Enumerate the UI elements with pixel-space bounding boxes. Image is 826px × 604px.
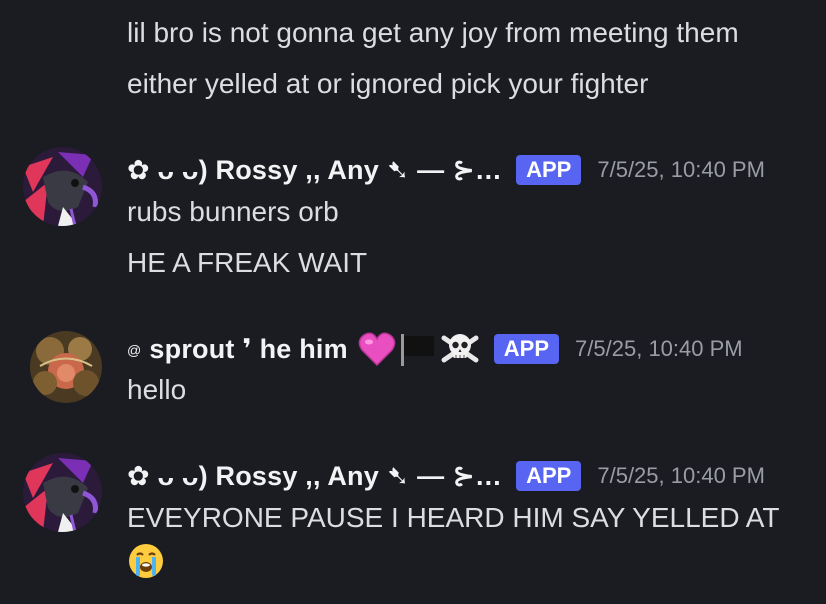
pink-heart-icon	[358, 332, 396, 367]
timestamp[interactable]: 7/5/25, 10:40 PM	[597, 157, 765, 183]
app-badge: APP	[516, 155, 582, 185]
username-prefix: @	[127, 342, 142, 359]
message-line: either yelled at or ignored pick your fi…	[127, 68, 649, 99]
username-emojis	[358, 330, 480, 368]
message-header: ✿ ᴗ ᴗ) Rossy ,, Any ➷ — ⊱… APP 7/5/25, 1…	[127, 153, 765, 187]
timestamp[interactable]: 7/5/25, 10:40 PM	[575, 336, 743, 362]
message-line: lil bro is not gonna get any joy from me…	[127, 17, 739, 48]
black-flag-icon	[400, 334, 434, 366]
avatar-rossy[interactable]	[23, 147, 102, 226]
username: sprout ❜ he him	[149, 333, 348, 364]
skull-crossbones-icon	[441, 334, 479, 363]
message-line: hello	[127, 374, 187, 405]
username[interactable]: ✿ ᴗ ᴗ) Rossy ,, Any ➷ — ⊱…	[127, 155, 502, 186]
username-group[interactable]: @ sprout ❜ he him	[127, 334, 348, 365]
avatar-sprout[interactable]	[30, 331, 102, 403]
message-header: ✿ ᴗ ᴗ) Rossy ,, Any ➷ — ⊱… APP 7/5/25, 1…	[127, 459, 765, 493]
app-badge: APP	[516, 461, 582, 491]
message-line: EVEYRONE PAUSE I HEARD HIM SAY YELLED AT	[127, 502, 780, 533]
loudly-crying-face-icon	[127, 542, 165, 585]
chat-messages: lil bro is not gonna get any joy from me…	[0, 0, 826, 604]
message-header: @ sprout ❜ he him APP 7/5/25, 10:40 PM	[127, 330, 743, 368]
avatar-rossy[interactable]	[23, 453, 102, 532]
timestamp[interactable]: 7/5/25, 10:40 PM	[597, 463, 765, 489]
message-line: rubs bunners orb	[127, 196, 339, 227]
app-badge: APP	[493, 334, 560, 364]
username[interactable]: ✿ ᴗ ᴗ) Rossy ,, Any ➷ — ⊱…	[127, 461, 502, 492]
message-line: HE A FREAK WAIT	[127, 247, 368, 278]
